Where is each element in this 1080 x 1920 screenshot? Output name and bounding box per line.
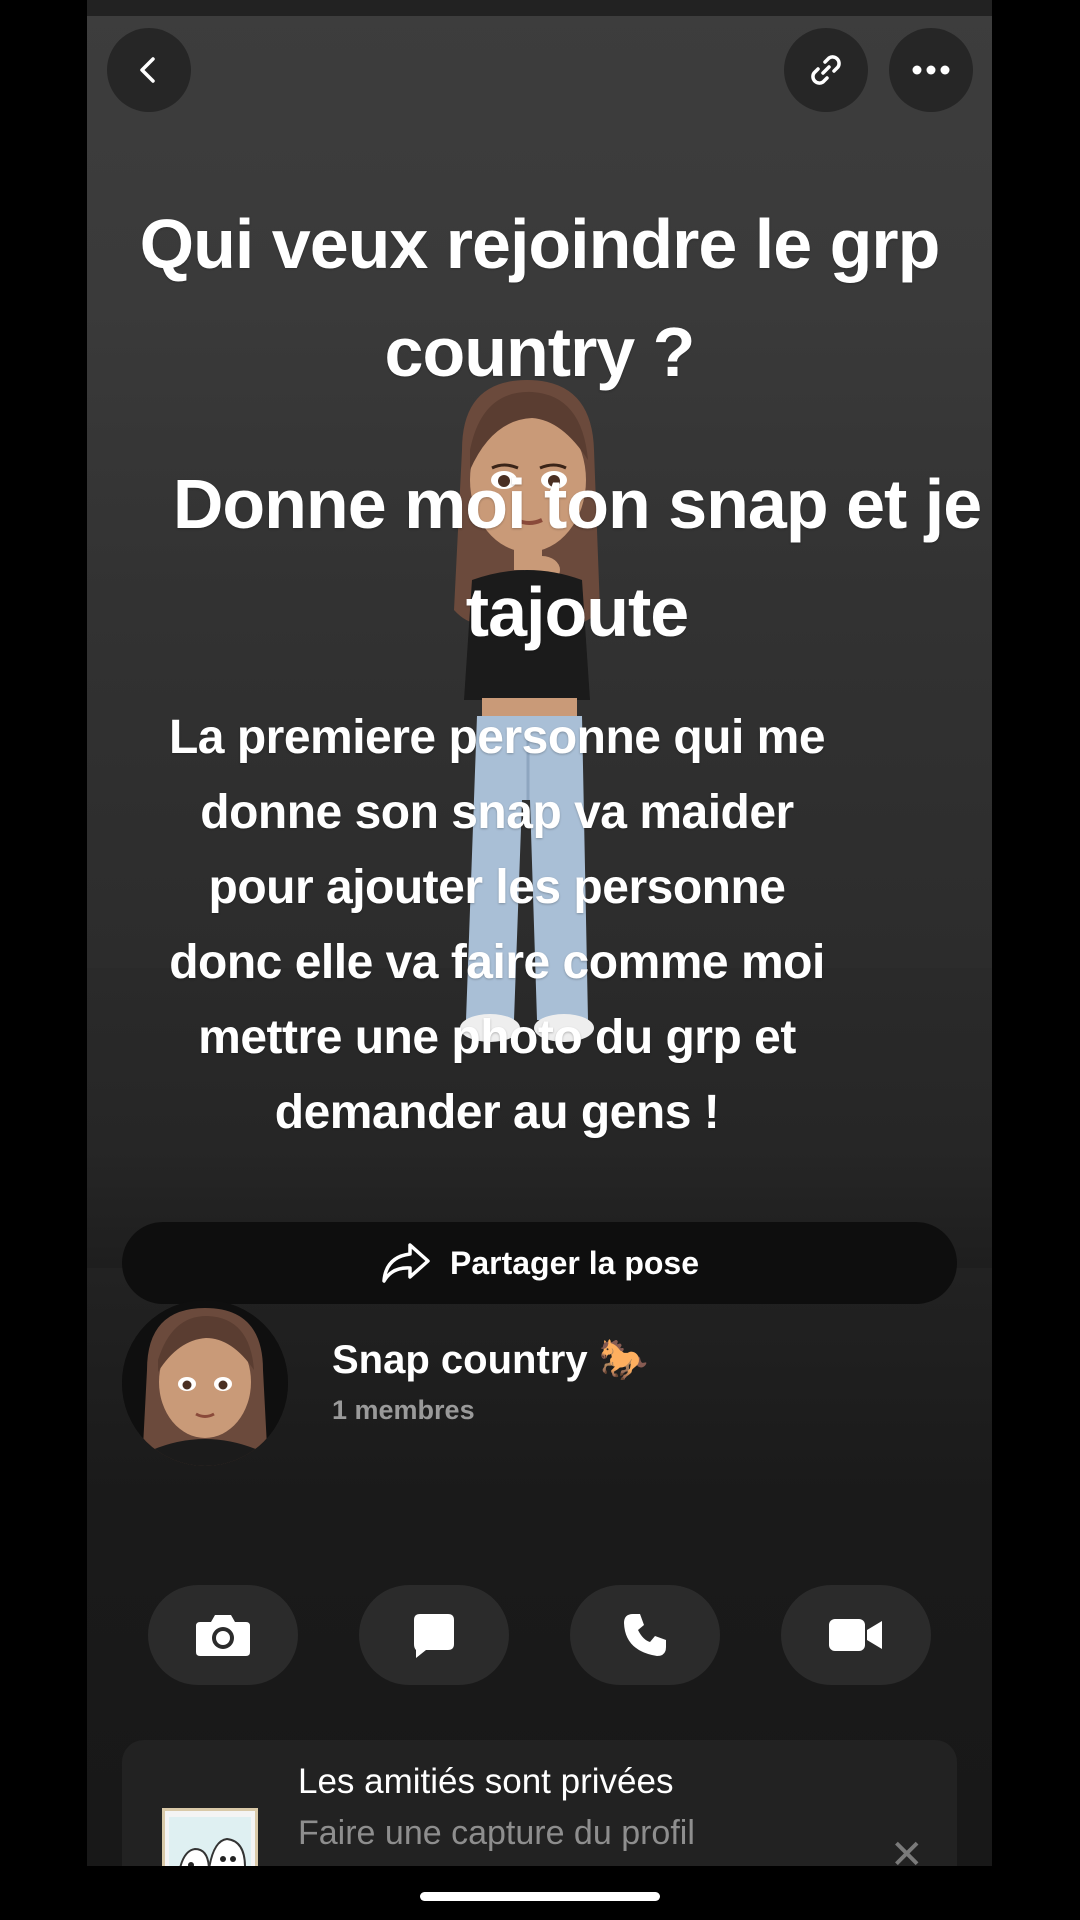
- share-arrow-icon: [382, 1243, 430, 1283]
- home-indicator[interactable]: [420, 1892, 660, 1901]
- status-strip: [87, 0, 992, 16]
- group-member-count: 1 membres: [332, 1395, 475, 1425]
- chat-button[interactable]: [359, 1585, 509, 1685]
- privacy-card[interactable]: Les amitiés sont privées Faire une captu…: [122, 1740, 957, 1866]
- overlay-title: Qui veux rejoindre le grp country ?: [139, 205, 941, 391]
- ellipsis-icon: [912, 65, 950, 75]
- share-pose-label: Partager la pose: [450, 1244, 699, 1281]
- close-icon[interactable]: ✕: [890, 1832, 924, 1866]
- share-pose-button[interactable]: Partager la pose: [122, 1222, 957, 1304]
- video-camera-icon: [829, 1619, 882, 1651]
- group-name: Snap country 🐎: [332, 1338, 649, 1382]
- camera-icon: [196, 1615, 250, 1656]
- more-options-button[interactable]: [889, 28, 973, 112]
- phone-icon: [624, 1614, 666, 1656]
- bitmoji-face-icon: [122, 1300, 288, 1466]
- video-call-button[interactable]: [781, 1585, 931, 1685]
- back-button[interactable]: [107, 28, 191, 112]
- privacy-card-title: Les amitiés sont privées: [298, 1762, 674, 1801]
- chat-bubble-icon: [414, 1614, 454, 1658]
- snap-ghosts-sticker-icon: [162, 1808, 258, 1866]
- group-avatar[interactable]: [122, 1300, 288, 1466]
- overlay-body: La premiere personne qui me donne son sn…: [168, 711, 826, 1139]
- screen: Qui veux rejoindre le grp country ? Donn…: [0, 0, 1080, 1920]
- group-profile-view: Qui veux rejoindre le grp country ? Donn…: [87, 0, 992, 1866]
- group-info: Snap country 🐎 1 membres: [122, 1300, 957, 1470]
- privacy-card-subtitle: Faire une capture du profil: [298, 1814, 695, 1852]
- copy-link-button[interactable]: [784, 28, 868, 112]
- chevron-left-icon: [140, 57, 155, 83]
- link-icon: [811, 55, 841, 85]
- call-button[interactable]: [570, 1585, 720, 1685]
- camera-button[interactable]: [148, 1585, 298, 1685]
- overlay-subtitle: Donne moi ton snap et je tajoute: [172, 465, 982, 651]
